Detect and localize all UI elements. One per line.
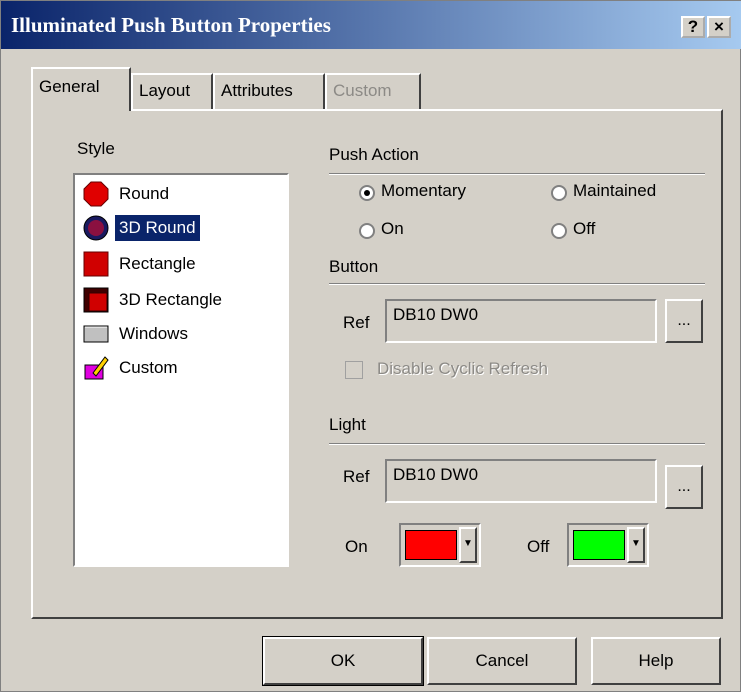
style-item-label: Windows <box>119 324 188 343</box>
button-group-divider <box>329 283 705 285</box>
chevron-down-icon[interactable]: ▼ <box>627 527 645 563</box>
light-ref-field[interactable]: DB10 DW0 <box>385 459 657 503</box>
disable-cyclic-label: Disable Cyclic Refresh <box>377 359 548 378</box>
radio-maintained[interactable] <box>551 185 567 201</box>
light-on-label: On <box>345 537 368 556</box>
disable-cyclic-checkbox <box>345 361 363 379</box>
properties-dialog: Illuminated Push Button Properties ? × G… <box>0 0 741 692</box>
on-color-swatch <box>405 530 457 560</box>
red-octagon-icon <box>83 181 109 207</box>
ok-button[interactable]: OK <box>262 636 424 686</box>
off-color-picker[interactable]: ▼ <box>567 523 649 567</box>
maintained-label: Maintained <box>573 181 657 200</box>
style-item-windows[interactable]: Windows <box>83 319 192 349</box>
tab-custom: Custom <box>325 73 421 109</box>
3d-rectangle-icon <box>83 287 109 313</box>
tab-general[interactable]: General <box>31 67 131 111</box>
3d-round-icon <box>83 215 109 241</box>
radio-on[interactable] <box>359 223 375 239</box>
style-item-label: 3D Rectangle <box>119 290 223 309</box>
off-color-swatch <box>573 530 625 560</box>
style-item-label: 3D Round <box>115 215 200 241</box>
tab-layout[interactable]: Layout <box>131 73 213 109</box>
on-color-picker[interactable]: ▼ <box>399 523 481 567</box>
style-listbox[interactable]: Round 3D Round Rectangle 3D Rectangle Wi… <box>73 173 289 567</box>
style-item-custom[interactable]: Custom <box>83 353 182 383</box>
momentary-label: Momentary <box>381 181 467 200</box>
button-ref-label: Ref <box>343 313 370 332</box>
style-item-3d-rectangle[interactable]: 3D Rectangle <box>83 285 226 315</box>
light-ref-label: Ref <box>343 467 370 486</box>
push-action-label: Push Action <box>329 145 419 164</box>
button-ref-browse-button[interactable]: ... <box>665 299 703 343</box>
on-label: On <box>381 219 404 238</box>
help-title-button[interactable]: ? <box>681 16 705 38</box>
windows-button-icon <box>83 325 109 343</box>
title-bar[interactable]: Illuminated Push Button Properties ? × <box>1 1 741 49</box>
style-item-label: Custom <box>119 358 178 377</box>
light-group-divider <box>329 443 705 445</box>
light-group-label: Light <box>329 415 366 434</box>
light-ref-browse-button[interactable]: ... <box>665 465 703 509</box>
help-button[interactable]: Help <box>591 637 721 685</box>
radio-off[interactable] <box>551 223 567 239</box>
style-label: Style <box>77 139 115 158</box>
window-title: Illuminated Push Button Properties <box>11 13 331 37</box>
red-rectangle-icon <box>83 251 109 277</box>
style-item-label: Rectangle <box>119 254 196 273</box>
chevron-down-icon[interactable]: ▼ <box>459 527 477 563</box>
style-item-rectangle[interactable]: Rectangle <box>83 249 200 279</box>
tab-attributes[interactable]: Attributes <box>213 73 325 109</box>
custom-pencil-icon <box>84 356 109 380</box>
radio-momentary[interactable] <box>359 185 375 201</box>
off-label: Off <box>573 219 596 238</box>
close-button[interactable]: × <box>707 16 731 38</box>
button-ref-field[interactable]: DB10 DW0 <box>385 299 657 343</box>
cancel-button[interactable]: Cancel <box>427 637 577 685</box>
button-group-label: Button <box>329 257 379 276</box>
light-off-label: Off <box>527 537 550 556</box>
push-action-divider <box>329 173 705 175</box>
style-item-label: Round <box>119 184 170 203</box>
style-item-round[interactable]: Round <box>83 179 173 209</box>
style-item-3d-round[interactable]: 3D Round <box>83 213 200 243</box>
